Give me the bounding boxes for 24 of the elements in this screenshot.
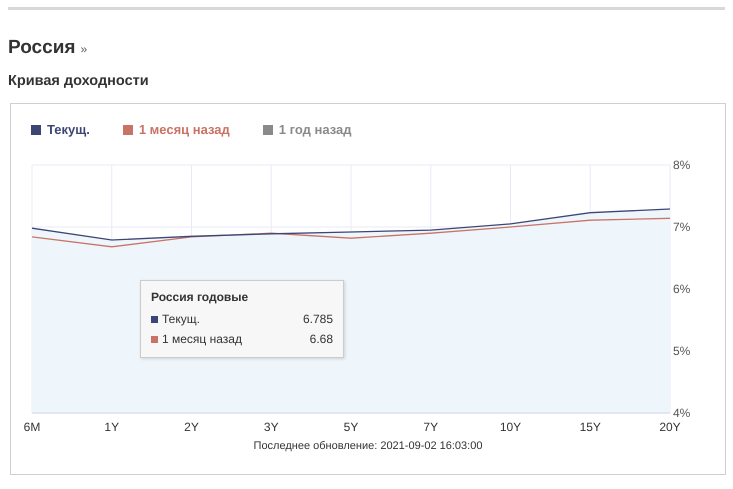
axis-label: 7% [673,220,690,234]
more-link[interactable]: » [80,42,88,56]
section-title: Кривая доходности [8,73,150,89]
axis-label: 15Y [580,420,601,434]
axis-label: 6% [673,282,690,296]
axis-label: 5Y [344,420,358,434]
axis-label: 8% [673,158,690,172]
last-update-text: Последнее обновление: 2021-09-02 16:03:00 [252,440,484,452]
page-title: Россия [8,37,76,59]
axis-label: 7Y [423,420,438,434]
series-name: Текущ. [162,312,201,326]
axis-label: 6M [24,420,40,434]
series-value: 6.785 [302,312,333,326]
series-name: 1 месяц назад [162,332,243,346]
legend-item[interactable]: Текущ. [47,122,90,137]
axis-label: 10Y [500,420,522,434]
axis-label: 3Y [264,420,279,434]
axis-label: 1Y [104,420,120,434]
axis-label: 20Y [659,420,681,434]
axis-label: 5% [673,344,690,358]
tooltip-title: Россия годовые [151,290,250,304]
series-value: 6.68 [310,332,333,346]
axis-label: 4% [673,406,690,420]
axis-label: 2Y [184,420,199,434]
